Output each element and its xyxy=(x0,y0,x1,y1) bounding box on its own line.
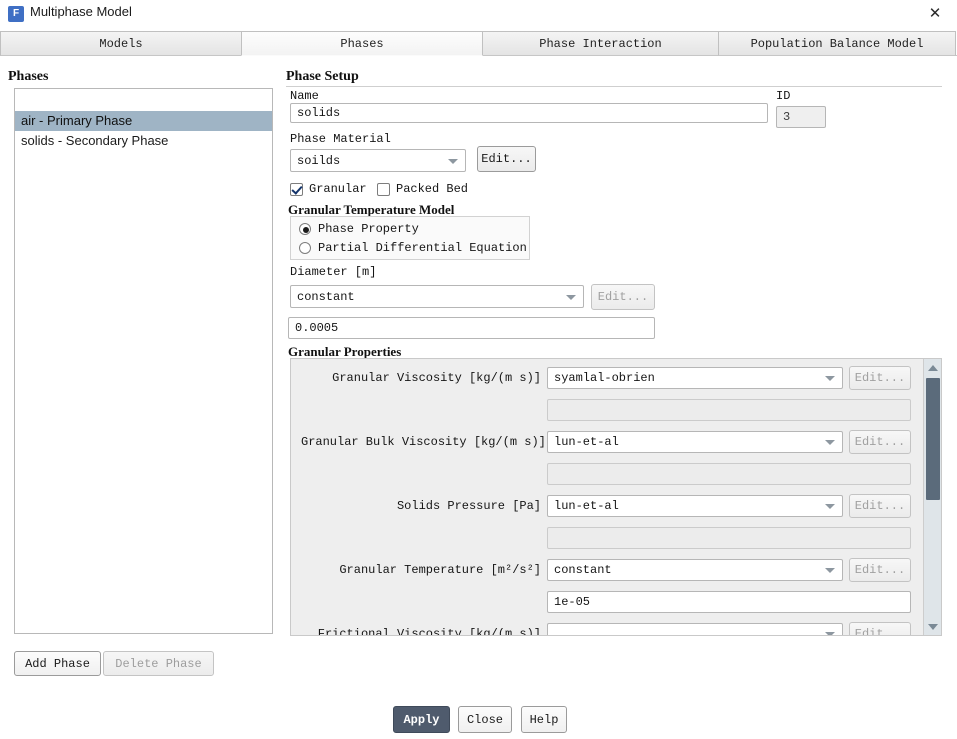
radio-partial-differential-equation-label: Partial Differential Equation xyxy=(318,241,527,255)
phases-list[interactable]: air - Primary Phase solids - Secondary P… xyxy=(14,88,273,634)
granular-temperature-edit-button[interactable]: Edit... xyxy=(849,558,911,582)
apply-button[interactable]: Apply xyxy=(393,706,450,733)
chevron-down-icon xyxy=(825,440,835,445)
section-divider xyxy=(286,86,942,87)
list-item-air-primary-phase[interactable]: air - Primary Phase xyxy=(15,111,272,131)
phases-heading: Phases xyxy=(8,69,49,84)
name-input[interactable]: solids xyxy=(290,103,768,123)
granular-bulk-viscosity-label: Granular Bulk Viscosity [kg/(m s)] xyxy=(301,435,546,449)
granular-temperature-combo[interactable]: constant xyxy=(547,559,843,581)
solids-pressure-label: Solids Pressure [Pa] xyxy=(396,499,541,513)
tab-models[interactable]: Models xyxy=(0,31,242,56)
diameter-method-combo[interactable]: constant xyxy=(290,285,584,308)
radio-phase-property-label: Phase Property xyxy=(318,222,419,236)
granular-bulk-viscosity-combo[interactable]: lun-et-al xyxy=(547,431,843,453)
phase-material-edit-button[interactable]: Edit... xyxy=(477,146,536,172)
granular-bulk-viscosity-value-input xyxy=(547,463,911,485)
chevron-down-icon xyxy=(825,504,835,509)
granular-bulk-viscosity-edit-button[interactable]: Edit... xyxy=(849,430,911,454)
id-label: ID xyxy=(776,89,791,103)
fluent-f-icon: F xyxy=(8,6,24,22)
phase-material-combo[interactable]: soilds xyxy=(290,149,466,172)
granular-checkbox[interactable] xyxy=(290,182,303,196)
tab-bar: Models Phases Phase Interaction Populati… xyxy=(0,31,957,56)
solids-pressure-combo[interactable]: lun-et-al xyxy=(547,495,843,517)
delete-phase-button[interactable]: Delete Phase xyxy=(103,651,214,676)
triangle-down-icon xyxy=(928,623,938,630)
chevron-down-icon xyxy=(448,158,458,164)
granular-properties-panel: Granular Viscosity [kg/(m s)] syamlal-ob… xyxy=(290,358,942,636)
help-button[interactable]: Help xyxy=(521,706,567,733)
phase-setup-heading: Phase Setup xyxy=(286,69,359,84)
diameter-value-input[interactable]: 0.0005 xyxy=(288,317,655,339)
granular-properties-content: Granular Viscosity [kg/(m s)] syamlal-ob… xyxy=(291,359,923,635)
granular-viscosity-label: Granular Viscosity [kg/(m s)] xyxy=(332,371,541,385)
packed-bed-checkbox[interactable] xyxy=(377,182,390,196)
granular-checkbox-row[interactable]: Granular xyxy=(290,182,367,196)
granular-properties-scrollbar[interactable] xyxy=(923,359,941,635)
granular-viscosity-combo[interactable]: syamlal-obrien xyxy=(547,367,843,389)
granular-temperature-value: constant xyxy=(554,563,612,577)
packed-bed-checkbox-row[interactable]: Packed Bed xyxy=(377,182,468,196)
solids-pressure-edit-button[interactable]: Edit... xyxy=(849,494,911,518)
scroll-down-arrow-icon[interactable] xyxy=(924,618,941,635)
granular-bulk-viscosity-value: lun-et-al xyxy=(554,435,619,449)
id-field: 3 xyxy=(776,106,826,128)
chevron-down-icon xyxy=(825,568,835,573)
radio-partial-differential-equation[interactable] xyxy=(299,242,311,254)
granular-viscosity-value-input xyxy=(547,399,911,421)
add-phase-button[interactable]: Add Phase xyxy=(14,651,101,676)
name-label: Name xyxy=(290,89,319,103)
diameter-edit-button[interactable]: Edit... xyxy=(591,284,655,310)
granular-temperature-label: Granular Temperature [m²/s²] xyxy=(339,563,541,577)
granular-viscosity-value: syamlal-obrien xyxy=(554,371,655,385)
scroll-up-arrow-icon[interactable] xyxy=(924,359,941,376)
window-title: Multiphase Model xyxy=(30,4,132,19)
frictional-viscosity-edit-button[interactable]: Edit... xyxy=(849,622,911,635)
chevron-down-icon xyxy=(825,632,835,635)
solids-pressure-value: lun-et-al xyxy=(554,499,619,513)
diameter-label: Diameter [m] xyxy=(290,265,377,279)
phase-material-label: Phase Material xyxy=(290,132,391,146)
close-button[interactable]: Close xyxy=(458,706,512,733)
triangle-up-icon xyxy=(928,364,938,371)
frictional-viscosity-label: Frictional Viscosity [kg/(m s)] xyxy=(317,627,541,636)
granular-viscosity-edit-button[interactable]: Edit... xyxy=(849,366,911,390)
frictional-viscosity-combo[interactable] xyxy=(547,623,843,635)
window-title-bar: F Multiphase Model ✕ xyxy=(0,0,957,28)
radio-phase-property-row[interactable]: Phase Property xyxy=(299,222,419,236)
packed-bed-checkbox-label: Packed Bed xyxy=(396,182,469,196)
radio-partial-differential-equation-row[interactable]: Partial Differential Equation xyxy=(299,241,527,255)
solids-pressure-value-input xyxy=(547,527,911,549)
scrollbar-thumb[interactable] xyxy=(926,378,940,500)
granular-checkbox-label: Granular xyxy=(309,182,367,196)
chevron-down-icon xyxy=(566,294,576,300)
diameter-method-value: constant xyxy=(297,289,355,304)
list-item-solids-secondary-phase[interactable]: solids - Secondary Phase xyxy=(15,131,272,151)
phase-material-value: soilds xyxy=(297,153,341,168)
chevron-down-icon xyxy=(825,376,835,381)
tab-population-balance-model[interactable]: Population Balance Model xyxy=(718,31,956,56)
close-icon[interactable]: ✕ xyxy=(913,0,957,28)
granular-temperature-value-input[interactable]: 1e-05 xyxy=(547,591,911,613)
tab-phase-interaction[interactable]: Phase Interaction xyxy=(482,31,719,56)
tab-phases[interactable]: Phases xyxy=(241,31,483,56)
radio-phase-property[interactable] xyxy=(299,223,311,235)
